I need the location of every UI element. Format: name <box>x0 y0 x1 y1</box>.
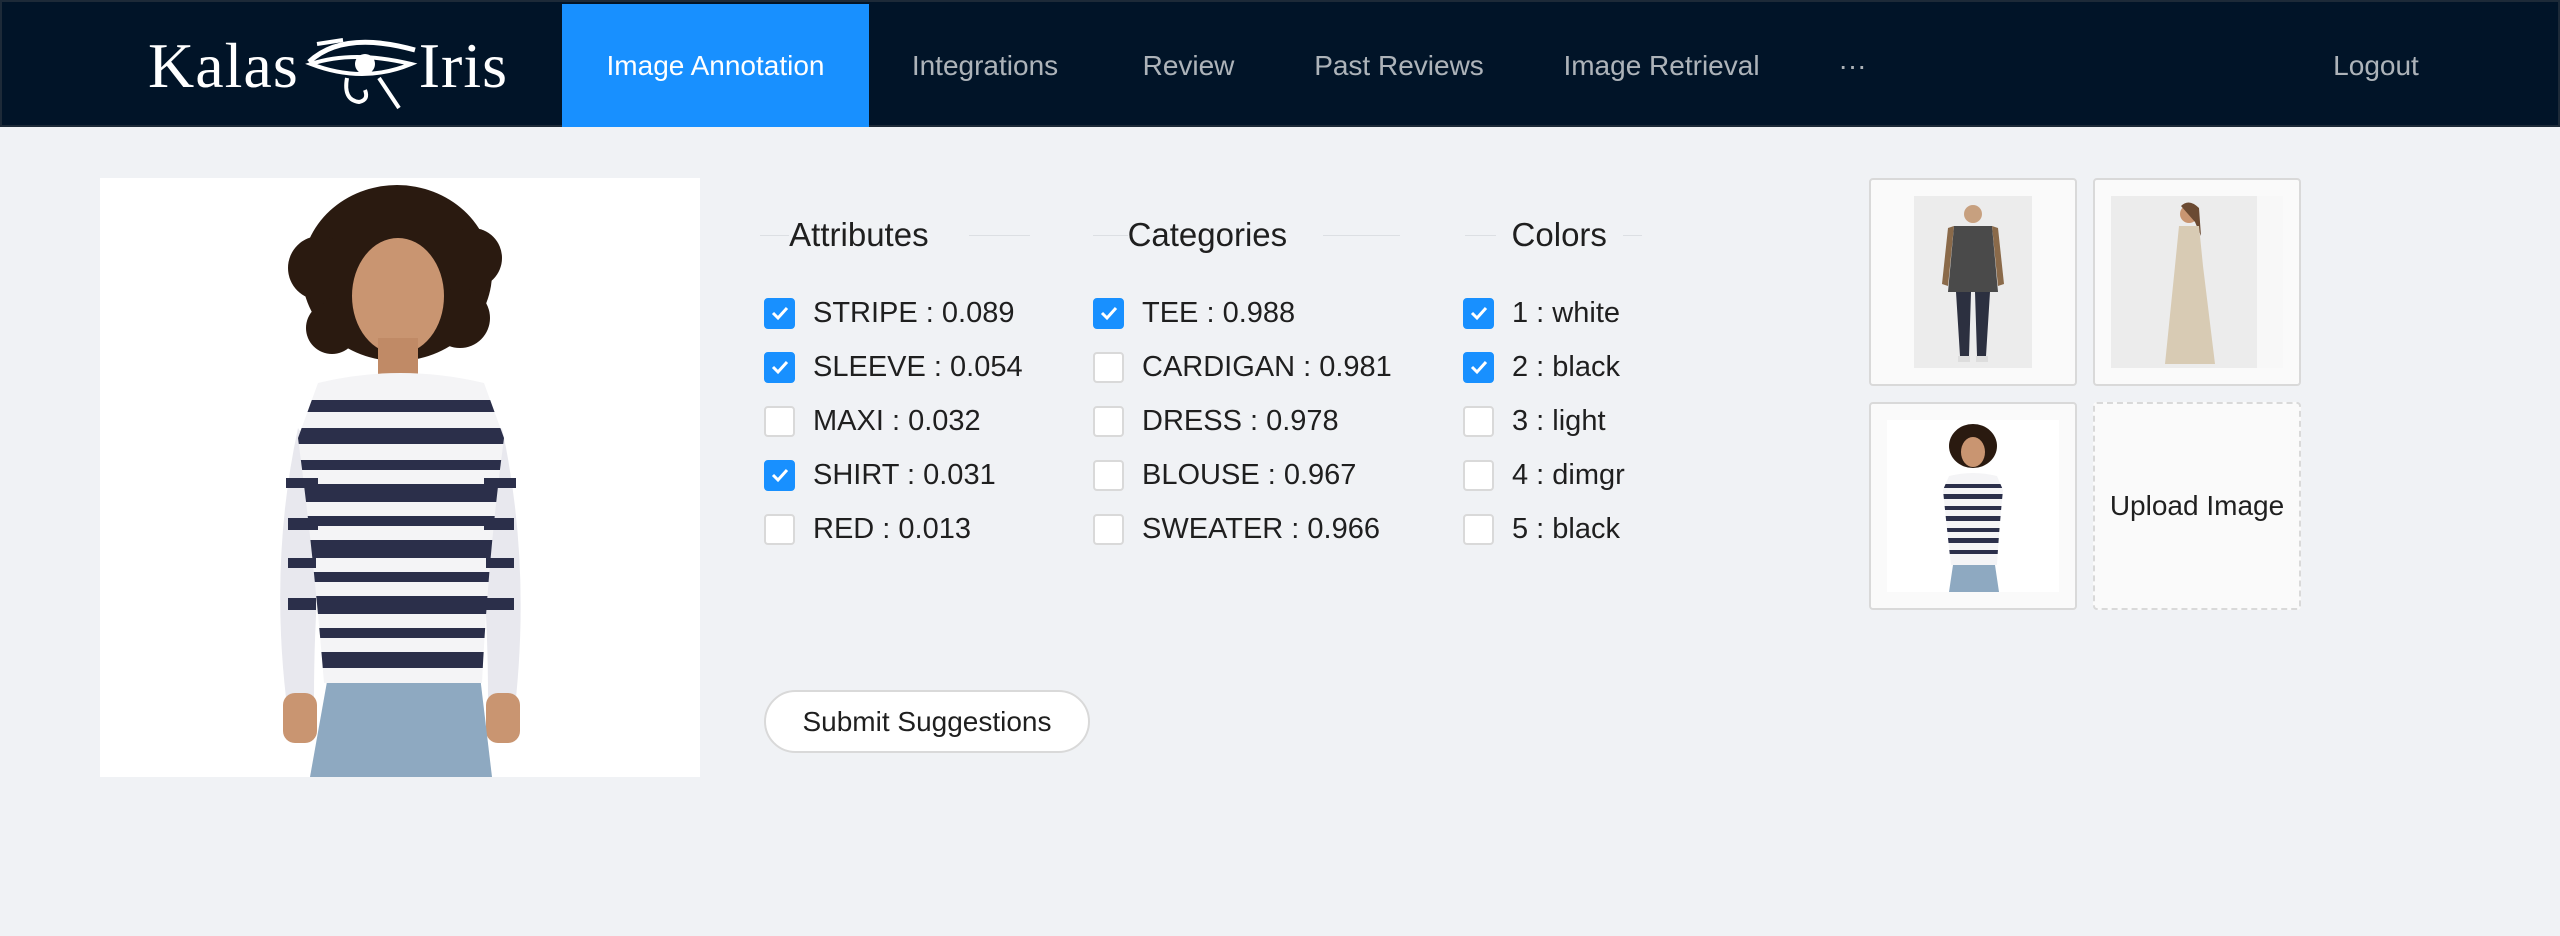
color-checkbox-5[interactable]: 5 : black <box>1463 509 1620 549</box>
attribute-checkbox-maxi[interactable]: MAXI : 0.032 <box>764 401 981 441</box>
category-checkbox-tee[interactable]: TEE : 0.988 <box>1093 293 1295 333</box>
main-product-image <box>100 178 700 777</box>
attribute-label: STRIPE : 0.089 <box>813 296 1015 329</box>
logo-text-iris: Iris <box>418 30 509 101</box>
checkbox-icon[interactable] <box>764 513 795 545</box>
checkbox-icon[interactable] <box>1463 459 1494 491</box>
category-checkbox-dress[interactable]: DRESS : 0.978 <box>1093 401 1339 441</box>
color-label: 2 : black <box>1512 350 1620 383</box>
category-label: BLOUSE : 0.967 <box>1142 458 1357 491</box>
attributes-heading-text: Attributes <box>789 216 929 253</box>
attribute-checkbox-sleeve[interactable]: SLEEVE : 0.054 <box>764 347 1023 387</box>
category-label: TEE : 0.988 <box>1142 296 1296 329</box>
checkbox-icon[interactable] <box>764 297 795 329</box>
attribute-checkbox-shirt[interactable]: SHIRT : 0.031 <box>764 455 996 495</box>
color-checkbox-3[interactable]: 3 : light <box>1463 401 1606 441</box>
color-checkbox-2[interactable]: 2 : black <box>1463 347 1620 387</box>
category-checkbox-sweater[interactable]: SWEATER : 0.966 <box>1093 509 1380 549</box>
categories-heading: Categories <box>1093 210 1400 260</box>
attribute-checkbox-red[interactable]: RED : 0.013 <box>764 509 971 549</box>
checkbox-icon[interactable] <box>1463 297 1494 329</box>
color-label: 3 : light <box>1512 404 1606 437</box>
eye-of-horus-icon <box>304 38 418 110</box>
color-label: 5 : black <box>1512 512 1620 545</box>
colors-heading-text: Colors <box>1511 216 1607 253</box>
attributes-heading: Attributes <box>760 210 1030 260</box>
category-label: CARDIGAN : 0.981 <box>1142 350 1392 383</box>
color-label: 4 : dimgr <box>1512 458 1625 491</box>
categories-heading-text: Categories <box>1127 216 1288 253</box>
attribute-label: SHIRT : 0.031 <box>813 458 996 491</box>
kalas-iris-logo[interactable]: Kalas Iris <box>148 20 508 112</box>
checkbox-icon[interactable] <box>1463 351 1494 383</box>
man-jacket-image <box>1914 196 2032 368</box>
nav-past-reviews[interactable]: Past Reviews <box>1276 4 1522 127</box>
category-checkbox-blouse[interactable]: BLOUSE : 0.967 <box>1093 455 1356 495</box>
attribute-checkbox-stripe[interactable]: STRIPE : 0.089 <box>764 293 1015 333</box>
checkbox-icon[interactable] <box>1093 351 1124 383</box>
checkbox-icon[interactable] <box>1093 405 1124 437</box>
checkbox-icon[interactable] <box>1463 513 1494 545</box>
color-checkbox-1[interactable]: 1 : white <box>1463 293 1620 333</box>
checkbox-icon[interactable] <box>1093 459 1124 491</box>
thumbnail-woman-striped-top[interactable] <box>1869 402 2077 610</box>
category-label: DRESS : 0.978 <box>1142 404 1339 437</box>
top-navbar: Kalas Iris Image Annotation Integrations… <box>0 0 2560 127</box>
upload-image-button[interactable]: Upload Image <box>2093 402 2301 610</box>
checkbox-icon[interactable] <box>1093 513 1124 545</box>
woman-striped-top-image <box>100 178 700 777</box>
nav-integrations[interactable]: Integrations <box>869 4 1101 127</box>
checkbox-icon[interactable] <box>764 351 795 383</box>
category-label: SWEATER : 0.966 <box>1142 512 1380 545</box>
category-checkbox-cardigan[interactable]: CARDIGAN : 0.981 <box>1093 347 1392 387</box>
colors-heading: Colors <box>1465 210 1642 260</box>
color-label: 1 : white <box>1512 296 1620 329</box>
checkbox-icon[interactable] <box>764 405 795 437</box>
logo-text-kalas: Kalas <box>148 30 299 101</box>
submit-suggestions-button[interactable]: Submit Suggestions <box>764 690 1090 753</box>
nav-more-menu[interactable]: ··· <box>1801 4 1904 127</box>
attribute-label: RED : 0.013 <box>813 512 971 545</box>
thumbnail-man-jacket[interactable] <box>1869 178 2077 386</box>
nav-image-retrieval[interactable]: Image Retrieval <box>1522 4 1801 127</box>
logout-link[interactable]: Logout <box>2288 4 2464 127</box>
nav-review[interactable]: Review <box>1101 4 1276 127</box>
color-checkbox-4[interactable]: 4 : dimgr <box>1463 455 1625 495</box>
checkbox-icon[interactable] <box>1463 405 1494 437</box>
checkbox-icon[interactable] <box>1093 297 1124 329</box>
attribute-label: MAXI : 0.032 <box>813 404 981 437</box>
woman-striped-top-thumbnail <box>1887 420 2059 592</box>
attribute-label: SLEEVE : 0.054 <box>813 350 1023 383</box>
checkbox-icon[interactable] <box>764 459 795 491</box>
woman-dress-image <box>2111 196 2283 368</box>
thumbnail-woman-dress[interactable] <box>2093 178 2301 386</box>
nav-image-annotation[interactable]: Image Annotation <box>562 4 869 127</box>
